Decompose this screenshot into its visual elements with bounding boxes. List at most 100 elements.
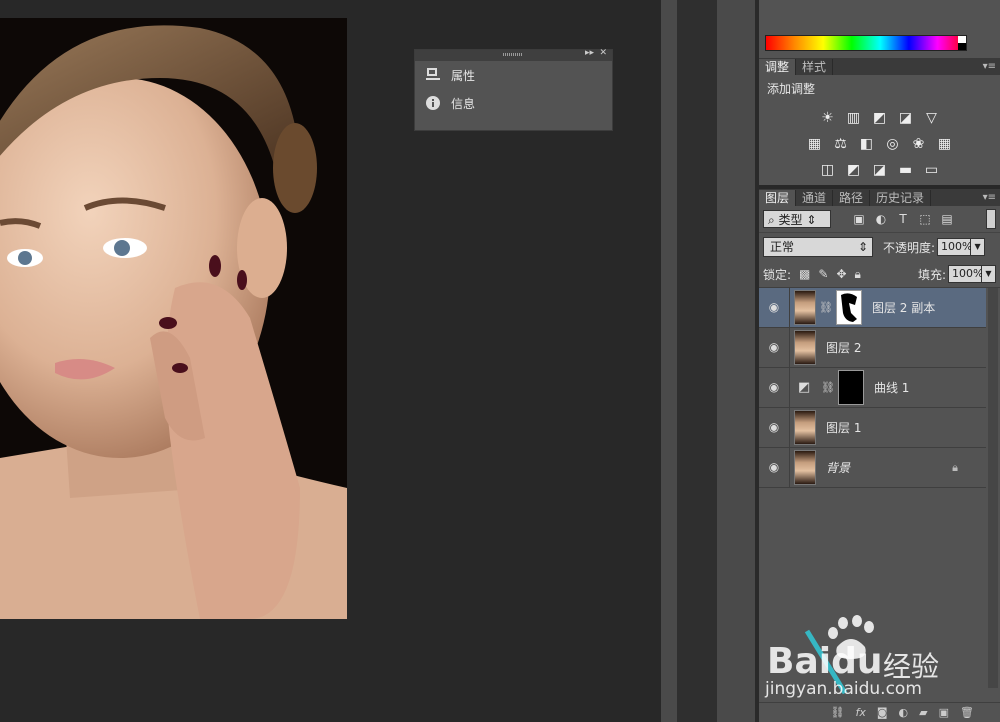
watermark-brand: Bai (767, 641, 832, 682)
layers-scrollbar[interactable] (988, 288, 998, 688)
lock-fill-row: 锁定: ▩ ✎ ✥ 🔒︎ 填充: 100% ▼ (759, 261, 1000, 288)
filter-kind-select[interactable]: ⌕ 类型 ⇕ (763, 210, 831, 228)
tab-history[interactable]: 历史记录 (870, 190, 932, 206)
opacity-input[interactable]: 100% (937, 238, 973, 256)
layer-style-icon[interactable]: fx (855, 706, 865, 719)
layers-tabs: 图层 通道 路径 历史记录 ▾≡ (759, 189, 1000, 206)
adjustment-icons-row-3: ◫ ◩ ◪ ▬ ▭ (759, 160, 1000, 180)
adjustment-filter-icon[interactable]: ◐ (873, 212, 889, 226)
lock-label: 锁定: (763, 267, 792, 282)
layer-row[interactable]: ◉ 图层 1 (759, 408, 986, 448)
tab-channels[interactable]: 通道 (796, 190, 834, 206)
new-adjustment-icon[interactable]: ◐ (899, 706, 909, 719)
color-lookup-icon[interactable]: ▦ (935, 134, 955, 154)
panel-title-bar[interactable]: ▸▸ ✕ (415, 48, 612, 61)
adjustments-title: 添加调整 (767, 82, 816, 96)
layer-row[interactable]: ◉ 图层 2 (759, 328, 986, 368)
new-group-icon[interactable]: ▰ (919, 706, 927, 719)
opacity-dropdown[interactable]: ▼ (971, 238, 986, 256)
link-icon[interactable]: ⛓ (821, 381, 835, 394)
panel-menu-icon[interactable]: ▾≡ (983, 190, 996, 206)
adjustments-panel: 调整 样式 ▾≡ 添加调整 ☀ ▥ ◩ ◪ ▽ ▦ ⚖ ◧ ◎ ❀ ▦ ◫ ◩ … (759, 58, 1000, 185)
lock-transparency-icon[interactable]: ▩ (799, 267, 810, 282)
black-white-icon[interactable]: ◧ (857, 134, 877, 154)
delete-layer-icon[interactable]: 🗑︎ (960, 706, 974, 719)
panel-item-properties[interactable]: 属性 (415, 61, 612, 89)
dock-gutter (677, 0, 717, 722)
layer-mask-thumbnail[interactable] (837, 370, 864, 405)
tab-layers[interactable]: 图层 (759, 190, 797, 206)
new-layer-icon[interactable]: ▣ (939, 706, 949, 719)
drag-grip[interactable] (503, 53, 523, 56)
photo-filter-icon[interactable]: ◎ (883, 134, 903, 154)
filter-toggle[interactable] (986, 209, 996, 229)
hue-saturation-icon[interactable]: ▦ (805, 134, 825, 154)
color-ramp[interactable] (765, 35, 967, 51)
link-icon[interactable]: ⛓ (819, 301, 833, 314)
panel-item-label: 属性 (451, 68, 476, 83)
curves-icon[interactable]: ◩ (870, 108, 890, 128)
link-layers-icon[interactable]: ⛓ (831, 706, 845, 719)
canvas-photo[interactable] (0, 18, 347, 619)
blend-mode-select[interactable]: 正常 ⇕ (763, 237, 873, 257)
watermark-url: jingyan.baidu.com (765, 679, 922, 699)
layer-row[interactable]: ◉ 背景 🔒︎ (759, 448, 986, 488)
lock-pixels-icon[interactable]: ✎ (818, 267, 828, 282)
vibrance-icon[interactable]: ▽ (922, 108, 942, 128)
type-filter-icon[interactable]: T (895, 212, 911, 226)
visibility-eye-icon[interactable]: ◉ (759, 328, 790, 367)
properties-icon (426, 68, 440, 80)
collapse-icon[interactable]: ▸▸ (585, 48, 594, 58)
layer-thumbnail (794, 450, 816, 485)
add-mask-icon[interactable]: ◙ (877, 706, 888, 719)
layer-row[interactable]: ◉ ◩ ⛓ 曲线 1 (759, 368, 986, 408)
layer-thumbnail (794, 330, 816, 365)
layers-bottom-toolbar: ⛓ fx ◙ ◐ ▰ ▣ 🗑︎ (759, 702, 1000, 722)
gradient-map-icon[interactable]: ▭ (922, 160, 942, 180)
close-icon[interactable]: ✕ (599, 48, 607, 58)
color-balance-icon[interactable]: ⚖ (831, 134, 851, 154)
selective-color-icon[interactable]: ▬ (896, 160, 916, 180)
visibility-eye-icon[interactable]: ◉ (759, 368, 790, 407)
info-icon (426, 96, 440, 110)
threshold-icon[interactable]: ◪ (870, 160, 890, 180)
shape-filter-icon[interactable]: ⬚ (917, 212, 933, 226)
visibility-eye-icon[interactable]: ◉ (759, 448, 790, 487)
watermark: Baidu 经验 jingyan.baidu.com (765, 613, 955, 703)
layer-thumbnail (794, 410, 816, 445)
channel-mixer-icon[interactable]: ❀ (909, 134, 929, 154)
layer-mask-thumbnail[interactable] (835, 290, 862, 325)
watermark-brand-2: du (831, 641, 883, 682)
layer-list: ◉ ⛓ 图层 2 副本 ◉ 图层 2 ◉ ◩ ⛓ 曲线 1 ◉ 图层 1 ◉ 背… (759, 288, 1000, 688)
opacity-label: 不透明度: (883, 240, 936, 255)
fill-dropdown[interactable]: ▼ (982, 265, 996, 283)
layer-name: 图层 1 (826, 421, 862, 435)
fill-label: 填充: (917, 267, 946, 282)
panel-item-info[interactable]: 信息 (415, 89, 612, 117)
layer-filter-row: ⌕ 类型 ⇕ ▣ ◐ T ⬚ ▤ (759, 206, 1000, 233)
posterize-icon[interactable]: ◩ (844, 160, 864, 180)
exposure-icon[interactable]: ◪ (896, 108, 916, 128)
tab-styles[interactable]: 样式 (796, 59, 834, 75)
lock-position-icon[interactable]: ✥ (836, 267, 846, 282)
layer-name: 图层 2 (826, 341, 862, 355)
brightness-contrast-icon[interactable]: ☀ (818, 108, 838, 128)
visibility-eye-icon[interactable]: ◉ (759, 408, 790, 447)
lock-icons: ▩ ✎ ✥ 🔒︎ (799, 267, 861, 282)
tab-adjustments[interactable]: 调整 (759, 59, 797, 75)
layer-thumbnail (794, 290, 816, 325)
levels-icon[interactable]: ▥ (844, 108, 864, 128)
layer-name: 曲线 1 (873, 381, 910, 395)
fill-input[interactable]: 100% (948, 265, 983, 283)
adjustment-icons-row-2: ▦ ⚖ ◧ ◎ ❀ ▦ (759, 134, 1000, 154)
panel-menu-icon[interactable]: ▾≡ (983, 59, 996, 75)
lock-all-icon[interactable]: 🔒︎ (855, 267, 861, 282)
visibility-eye-icon[interactable]: ◉ (759, 288, 790, 327)
tab-paths[interactable]: 路径 (833, 190, 871, 206)
pixel-filter-icon[interactable]: ▣ (851, 212, 867, 226)
layer-row[interactable]: ◉ ⛓ 图层 2 副本 (759, 288, 986, 328)
icon-dock (717, 0, 755, 722)
invert-icon[interactable]: ◫ (818, 160, 838, 180)
smart-object-filter-icon[interactable]: ▤ (939, 212, 955, 226)
canvas-scrollbar[interactable] (661, 0, 677, 722)
